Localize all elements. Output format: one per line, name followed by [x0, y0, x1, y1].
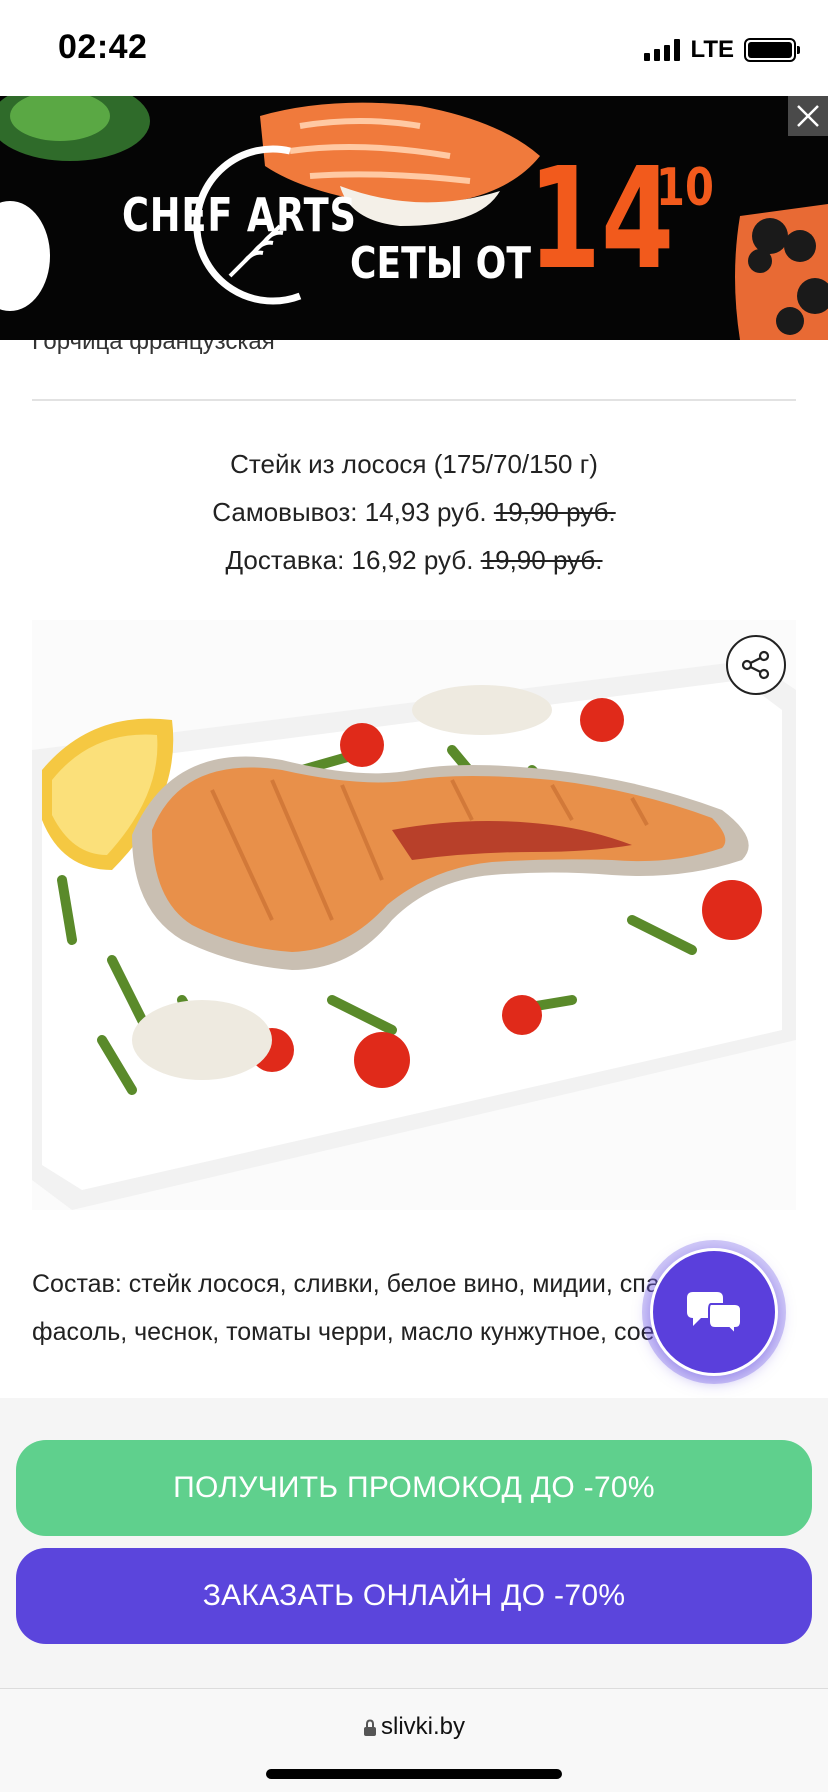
url-text: slivki.by [380, 1713, 465, 1740]
signal-icon [644, 39, 681, 61]
pickup-old-price: 19,90 руб. [493, 497, 616, 527]
chat-icon [687, 1292, 742, 1336]
url-bar[interactable]: slivki.by [0, 1713, 828, 1741]
lock-icon [363, 1719, 376, 1736]
pickup-price-line: Самовывоз: 14,93 руб. 19,90 руб. [0, 488, 828, 536]
network-type: LTE [690, 36, 734, 63]
home-indicator [266, 1769, 562, 1779]
share-button[interactable] [726, 635, 786, 695]
dish-name: Стейк из лосося (175/70/150 г) [230, 449, 598, 479]
pickup-price: Самовывоз: 14,93 руб. [212, 497, 487, 527]
close-icon [797, 105, 819, 127]
status-indicators: LTE [644, 36, 800, 64]
ad-brand: CHEF ARTS [122, 188, 357, 242]
ad-close-button[interactable] [788, 96, 828, 136]
ad-price-cents: 10 [656, 158, 714, 218]
order-online-button[interactable]: ЗАКАЗАТЬ ОНЛАЙН ДО -70% [16, 1548, 812, 1644]
ad-price: 14 [528, 138, 675, 301]
chat-button[interactable] [642, 1240, 786, 1384]
status-bar: 02:42 LTE [0, 0, 828, 96]
ad-sets-text: СЕТЫ ОТ [350, 238, 531, 289]
delivery-price: Доставка: 16,92 руб. [225, 545, 474, 575]
browser-bar: slivki.by [0, 1688, 828, 1792]
dish-photo[interactable] [32, 620, 796, 1210]
status-time: 02:42 [58, 28, 148, 66]
ad-banner[interactable]: CHEF ARTS СЕТЫ ОТ 14 10 [0, 96, 828, 340]
share-icon [741, 650, 770, 680]
chat-button-inner [650, 1248, 778, 1376]
divider [32, 399, 796, 401]
delivery-price-line: Доставка: 16,92 руб. 19,90 руб. [0, 536, 828, 584]
battery-icon [744, 38, 800, 62]
dish-info: Стейк из лосося (175/70/150 г) Самовывоз… [0, 440, 828, 584]
get-promocode-button[interactable]: ПОЛУЧИТЬ ПРОМОКОД ДО -70% [16, 1440, 812, 1536]
delivery-old-price: 19,90 руб. [480, 545, 603, 575]
